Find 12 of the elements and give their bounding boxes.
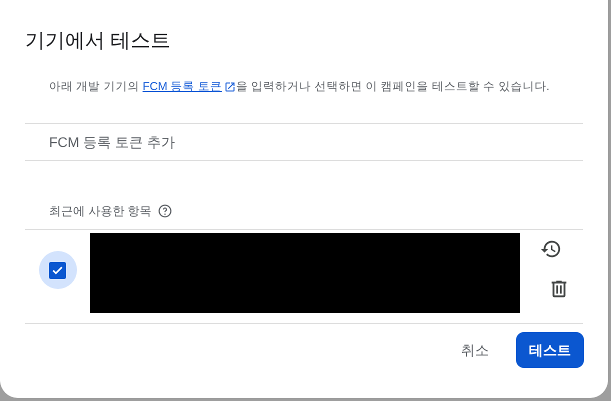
external-link-icon [224, 81, 236, 93]
dialog-title: 기기에서 테스트 [24, 29, 172, 54]
checkbox[interactable] [38, 251, 76, 289]
check-icon [51, 264, 64, 276]
test-button[interactable]: 테스트 [516, 332, 584, 368]
history-icon[interactable] [540, 238, 562, 260]
recent-label: 최근에 사용한 항목 [49, 203, 152, 220]
description: 아래 개발 기기의 FCM 등록 토큰 을 입력하거나 선택하면 이 캠페인을 테스트할 수 있습니다. [0, 68, 608, 123]
fcm-token-link[interactable]: FCM 등록 토큰 [142, 78, 236, 96]
token-input-field[interactable]: FCM 등록 토큰 추가 [25, 124, 583, 160]
cancel-button[interactable]: 취소 [448, 332, 502, 368]
help-icon[interactable] [158, 204, 172, 218]
